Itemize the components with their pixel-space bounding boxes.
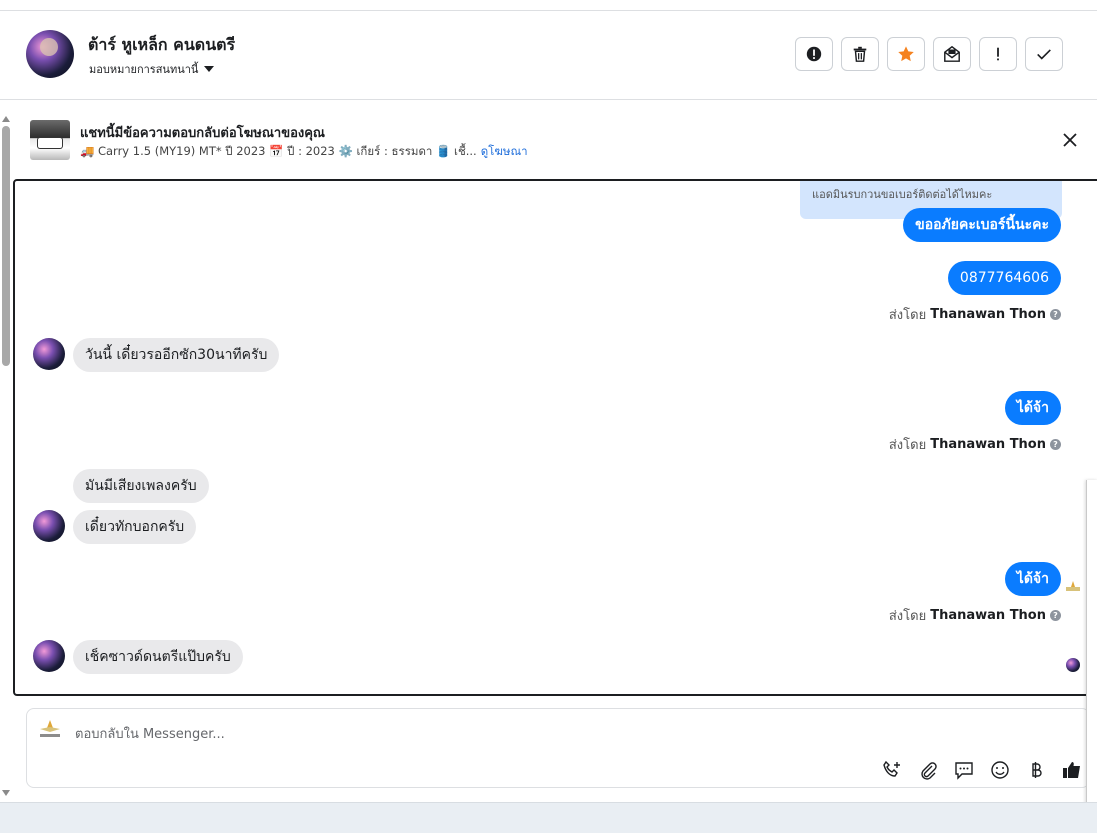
sender-name: Thanawan Thon — [930, 437, 1046, 452]
call-button[interactable] — [881, 759, 903, 781]
check-icon — [1037, 49, 1051, 60]
seen-avatar — [1066, 658, 1080, 672]
view-ad-link[interactable]: ดูโฆษณา — [481, 144, 528, 158]
ad-reply-banner: แชทนี้มีข้อความตอบกลับต่อโฆษณาของคุณ 🚚 C… — [0, 100, 1097, 178]
composer-tools — [881, 759, 1083, 781]
caret-down-icon — [204, 66, 215, 72]
conversation-header: ต้าร์ หูเหล็ก คนดนตรี มอบหมายการสนทนานี้ — [0, 11, 1097, 100]
outgoing-message[interactable]: ขออภัยคะเบอร์นี้นะคะ — [903, 208, 1061, 242]
ad-thumbnail[interactable] — [30, 120, 70, 160]
payment-button[interactable] — [1025, 759, 1047, 781]
sent-by-prefix: ส่งโดย — [888, 609, 927, 624]
side-panel-edge[interactable] — [1086, 480, 1097, 820]
scroll-down-arrow-icon[interactable] — [2, 790, 10, 796]
baht-icon — [1032, 762, 1042, 778]
ad-banner-title: แชทนี้มีข้อความตอบกลับต่อโฆษณาของคุณ — [80, 126, 325, 141]
sent-by-label: ส่งโดย Thanawan Thon ? — [889, 434, 1061, 455]
smile-icon — [991, 761, 1009, 779]
sent-by-prefix: ส่งโดย — [888, 308, 927, 323]
outgoing-message[interactable]: ได้จ้า — [1004, 562, 1061, 596]
outgoing-message[interactable]: 0877764606 — [947, 261, 1061, 295]
assign-conversation-dropdown[interactable]: มอบหมายการสนทนานี้ — [89, 60, 215, 78]
thumbs-up-icon — [1063, 762, 1080, 778]
page-logo-icon — [40, 720, 60, 737]
contact-avatar-small[interactable] — [33, 510, 65, 542]
bottom-strip — [0, 802, 1097, 833]
contact-avatar[interactable] — [26, 30, 74, 78]
page-seen-logo-icon — [1066, 581, 1080, 591]
contact-avatar-small[interactable] — [33, 640, 65, 672]
phone-plus-icon — [883, 760, 900, 777]
exclamation-icon — [997, 47, 999, 61]
incoming-message[interactable]: เดี๋ยวทักบอกครับ — [73, 510, 197, 544]
like-button[interactable] — [1061, 759, 1083, 781]
incoming-message[interactable]: วันนี้ เดี๋ยวรออีกซัก30นาทีครับ — [73, 338, 280, 372]
spam-button[interactable] — [979, 37, 1017, 71]
attach-button[interactable] — [917, 759, 939, 781]
outgoing-message[interactable]: ได้จ้า — [1004, 391, 1061, 425]
sent-by-label: ส่งโดย Thanawan Thon ? — [889, 304, 1061, 325]
ad-banner-subtitle: 🚚 Carry 1.5 (MY19) MT* ปี 2023 📅 ปี : 20… — [80, 143, 528, 161]
sent-by-label: ส่งโดย Thanawan Thon ? — [889, 605, 1061, 626]
message-input[interactable]: ตอบกลับใน Messenger... — [75, 723, 225, 744]
assign-label: มอบหมายการสนทนานี้ — [89, 63, 199, 76]
delete-button[interactable] — [841, 37, 879, 71]
message-thread[interactable]: แอดมินรบกวนขอเบอร์ติดต่อได้ไหมคะ ขออภัยค… — [13, 179, 1097, 696]
mark-unread-button[interactable] — [933, 37, 971, 71]
help-icon[interactable]: ? — [1050, 439, 1061, 450]
close-icon[interactable] — [1060, 130, 1080, 150]
scroll-up-arrow-icon[interactable] — [2, 116, 10, 122]
help-icon[interactable]: ? — [1050, 309, 1061, 320]
saved-replies-button[interactable] — [953, 759, 975, 781]
sender-name: Thanawan Thon — [930, 608, 1046, 623]
reply-composer: ตอบกลับใน Messenger... — [26, 708, 1090, 788]
emoji-button[interactable] — [989, 759, 1011, 781]
sent-by-prefix: ส่งโดย — [888, 438, 927, 453]
header-actions — [795, 37, 1063, 71]
report-button[interactable] — [795, 37, 833, 71]
help-icon[interactable]: ? — [1050, 610, 1061, 621]
incoming-message[interactable]: มันมีเสียงเพลงครับ — [73, 469, 209, 503]
done-button[interactable] — [1025, 37, 1063, 71]
incoming-message[interactable]: เช็คซาวด์ดนตรีแป๊บครับ — [73, 640, 243, 674]
star-button[interactable] — [887, 37, 925, 71]
ad-description: 🚚 Carry 1.5 (MY19) MT* ปี 2023 📅 ปี : 20… — [80, 144, 477, 158]
paperclip-icon — [921, 762, 937, 780]
contact-name[interactable]: ต้าร์ หูเหล็ก คนดนตรี — [88, 33, 235, 58]
contact-avatar-small[interactable] — [33, 338, 65, 370]
star-icon — [898, 46, 914, 62]
page-scrollbar[interactable] — [0, 112, 12, 802]
chat-bubble-icon — [955, 762, 973, 780]
scrollbar-thumb[interactable] — [2, 126, 10, 366]
alert-circle-icon — [806, 46, 822, 62]
sender-name: Thanawan Thon — [930, 307, 1046, 322]
trash-icon — [853, 46, 867, 62]
mail-open-icon — [944, 45, 960, 62]
